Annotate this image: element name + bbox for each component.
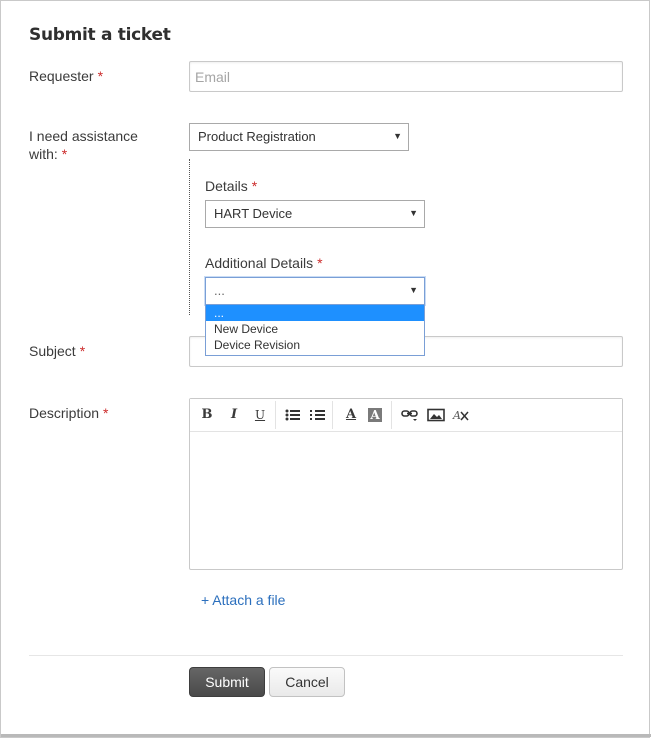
text-color-icon: A (345, 407, 357, 422)
bold-icon: B (201, 407, 213, 422)
required-marker: * (251, 178, 258, 194)
insert-image-button[interactable] (427, 407, 445, 423)
text-color-button[interactable]: A (342, 407, 360, 423)
subject-label: Subject * (29, 342, 85, 360)
requester-email-input[interactable] (189, 61, 623, 92)
toolbar-separator (275, 401, 276, 429)
required-marker: * (97, 68, 104, 84)
underline-icon: U (254, 408, 266, 422)
description-label: Description * (29, 404, 108, 422)
caret-down-icon: ▼ (409, 285, 418, 295)
description-label-text: Description (29, 405, 100, 421)
caret-down-icon: ▼ (409, 208, 418, 218)
description-editor: B I U A A A (189, 398, 623, 570)
details-select-value: HART Device (214, 206, 293, 221)
subject-label-text: Subject (29, 343, 76, 359)
additional-details-select-value: ... (214, 283, 225, 298)
additional-details-label: Additional Details * (205, 254, 323, 272)
details-label-text: Details (205, 178, 248, 194)
link-icon (401, 410, 418, 421)
required-marker: * (103, 405, 109, 421)
cancel-button[interactable]: Cancel (269, 667, 345, 697)
assistance-select-value: Product Registration (198, 129, 316, 144)
required-marker: * (79, 343, 86, 359)
bold-button[interactable]: B (198, 407, 216, 423)
ticket-form: Submit a ticket Requester* I need assist… (0, 0, 651, 738)
form-title: Submit a ticket (29, 25, 171, 45)
toolbar-separator (332, 401, 333, 429)
highlight-icon: A (370, 408, 380, 422)
editor-toolbar: B I U A A A (190, 399, 622, 432)
bulleted-list-icon (285, 409, 300, 421)
dropdown-option[interactable]: Device Revision (206, 337, 424, 353)
details-select[interactable]: HART Device ▼ (205, 200, 425, 228)
submit-button[interactable]: Submit (189, 667, 265, 697)
insert-link-button[interactable] (401, 407, 419, 423)
numbered-list-button[interactable] (309, 407, 327, 423)
subfields-divider (189, 159, 190, 315)
assistance-label: I need assistance with: * (29, 127, 138, 163)
window-bottom-edge (1, 734, 651, 737)
assistance-select[interactable]: Product Registration ▼ (189, 123, 409, 151)
bulleted-list-button[interactable] (284, 407, 302, 423)
description-text-area[interactable] (190, 432, 622, 570)
clear-formatting-button[interactable]: A (452, 407, 470, 423)
additional-details-select[interactable]: ... ▼ (204, 276, 426, 306)
italic-icon: I (230, 407, 238, 422)
underline-button[interactable]: U (251, 407, 269, 423)
numbered-list-icon (310, 410, 325, 420)
dropdown-option[interactable]: New Device (206, 321, 424, 337)
image-icon (427, 408, 445, 422)
toolbar-separator (391, 401, 392, 429)
caret-down-icon: ▼ (393, 131, 402, 141)
italic-button[interactable]: I (225, 407, 243, 423)
svg-text:A: A (452, 409, 461, 422)
requester-label-text: Requester (29, 68, 94, 84)
required-marker: * (317, 255, 323, 271)
highlight-color-button[interactable]: A (368, 408, 382, 422)
footer-divider (29, 655, 623, 656)
assistance-label-line2: with: (29, 146, 58, 162)
required-marker: * (61, 146, 68, 162)
details-label: Details * (205, 177, 257, 195)
assistance-label-line1: I need assistance (29, 128, 138, 144)
requester-label: Requester * (29, 67, 103, 85)
attach-file-link[interactable]: + Attach a file (201, 592, 285, 608)
dropdown-option[interactable]: ... (206, 305, 424, 321)
additional-details-label-text: Additional Details (205, 255, 314, 271)
clear-format-icon: A (452, 409, 469, 422)
additional-details-dropdown: ... New Device Device Revision (205, 304, 425, 356)
